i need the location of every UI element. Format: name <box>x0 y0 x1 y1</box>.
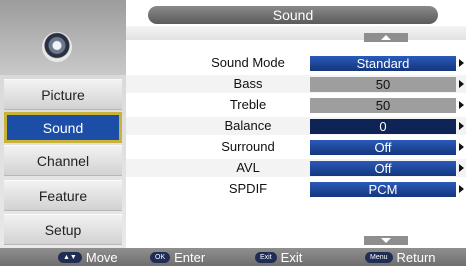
setting-label: SPDIF <box>228 181 268 196</box>
arrow-right-icon <box>459 59 464 67</box>
footer-hints: ▲▼ Move OK Enter Exit Exit Menu Return <box>0 248 466 266</box>
arrow-down-icon <box>381 238 391 243</box>
setting-value[interactable]: 50 <box>310 77 456 92</box>
sidebar-item-picture[interactable]: Picture <box>4 79 122 110</box>
setting-label: Surround <box>221 139 275 154</box>
setting-value[interactable]: Off <box>310 140 456 155</box>
setting-label: AVL <box>236 160 260 175</box>
arrow-right-icon <box>459 122 464 130</box>
sidebar-item-setup[interactable]: Setup <box>4 214 122 245</box>
exit-key-icon: Exit <box>255 251 277 263</box>
logo-area <box>0 0 126 75</box>
arrow-right-icon <box>459 164 464 172</box>
setting-value[interactable]: 50 <box>310 98 456 113</box>
arrow-up-icon <box>381 35 391 40</box>
hint-label: Return <box>396 249 436 265</box>
sidebar-item-label: Setup <box>44 221 82 238</box>
sidebar-item-label: Channel <box>36 152 90 169</box>
setting-row-bass[interactable]: Bass 50 <box>126 75 466 93</box>
hint-move: ▲▼ Move <box>58 249 118 265</box>
setting-row-surround[interactable]: Surround Off <box>126 138 466 156</box>
hint-label: Exit <box>280 249 303 265</box>
header-band <box>126 26 466 40</box>
hint-enter: OK Enter <box>150 249 205 265</box>
menu-key-icon: Menu <box>365 251 393 263</box>
arrow-right-icon <box>459 80 464 88</box>
sidebar-item-channel[interactable]: Channel <box>4 145 122 176</box>
tv-osd-screen: Picture Sound Channel Feature Setup Soun… <box>0 0 466 266</box>
setting-row-treble[interactable]: Treble 50 <box>126 96 466 114</box>
hint-return: Menu Return <box>365 249 436 265</box>
setting-row-spdif[interactable]: SPDIF PCM <box>126 180 466 198</box>
arrow-right-icon <box>459 143 464 151</box>
setting-label: Bass <box>233 76 263 91</box>
arrow-right-icon <box>459 101 464 109</box>
sidebar-item-label: Picture <box>41 86 85 103</box>
setting-label: Treble <box>229 97 267 112</box>
hint-label: Move <box>85 249 118 265</box>
setting-label: Sound Mode <box>211 55 285 70</box>
sidebar: Picture Sound Channel Feature Setup <box>0 0 126 248</box>
ok-key-icon: OK <box>150 251 171 263</box>
scroll-down-button[interactable] <box>364 236 408 245</box>
setting-value[interactable]: Standard <box>310 56 456 71</box>
sidebar-item-sound[interactable]: Sound <box>4 112 122 143</box>
page-title: Sound <box>148 6 438 24</box>
sidebar-item-label: Feature <box>38 187 88 204</box>
setting-label: Balance <box>224 118 272 133</box>
sidebar-item-label: Sound <box>42 119 84 136</box>
setting-value[interactable]: PCM <box>310 182 456 197</box>
disc-icon <box>42 32 72 62</box>
hint-exit: Exit Exit <box>255 249 302 265</box>
hint-label: Enter <box>174 249 206 265</box>
scroll-up-button[interactable] <box>364 33 408 42</box>
setting-value[interactable]: Off <box>310 161 456 176</box>
updown-key-icon: ▲▼ <box>58 251 82 263</box>
setting-value[interactable]: 0 <box>310 119 456 134</box>
setting-row-sound-mode[interactable]: Sound Mode Standard <box>126 54 466 72</box>
settings-list: Sound Mode Standard Bass 50 Treble 50 Ba… <box>126 52 466 242</box>
arrow-right-icon <box>459 185 464 193</box>
setting-row-balance[interactable]: Balance 0 <box>126 117 466 135</box>
setting-row-avl[interactable]: AVL Off <box>126 159 466 177</box>
sidebar-item-feature[interactable]: Feature <box>4 180 122 211</box>
